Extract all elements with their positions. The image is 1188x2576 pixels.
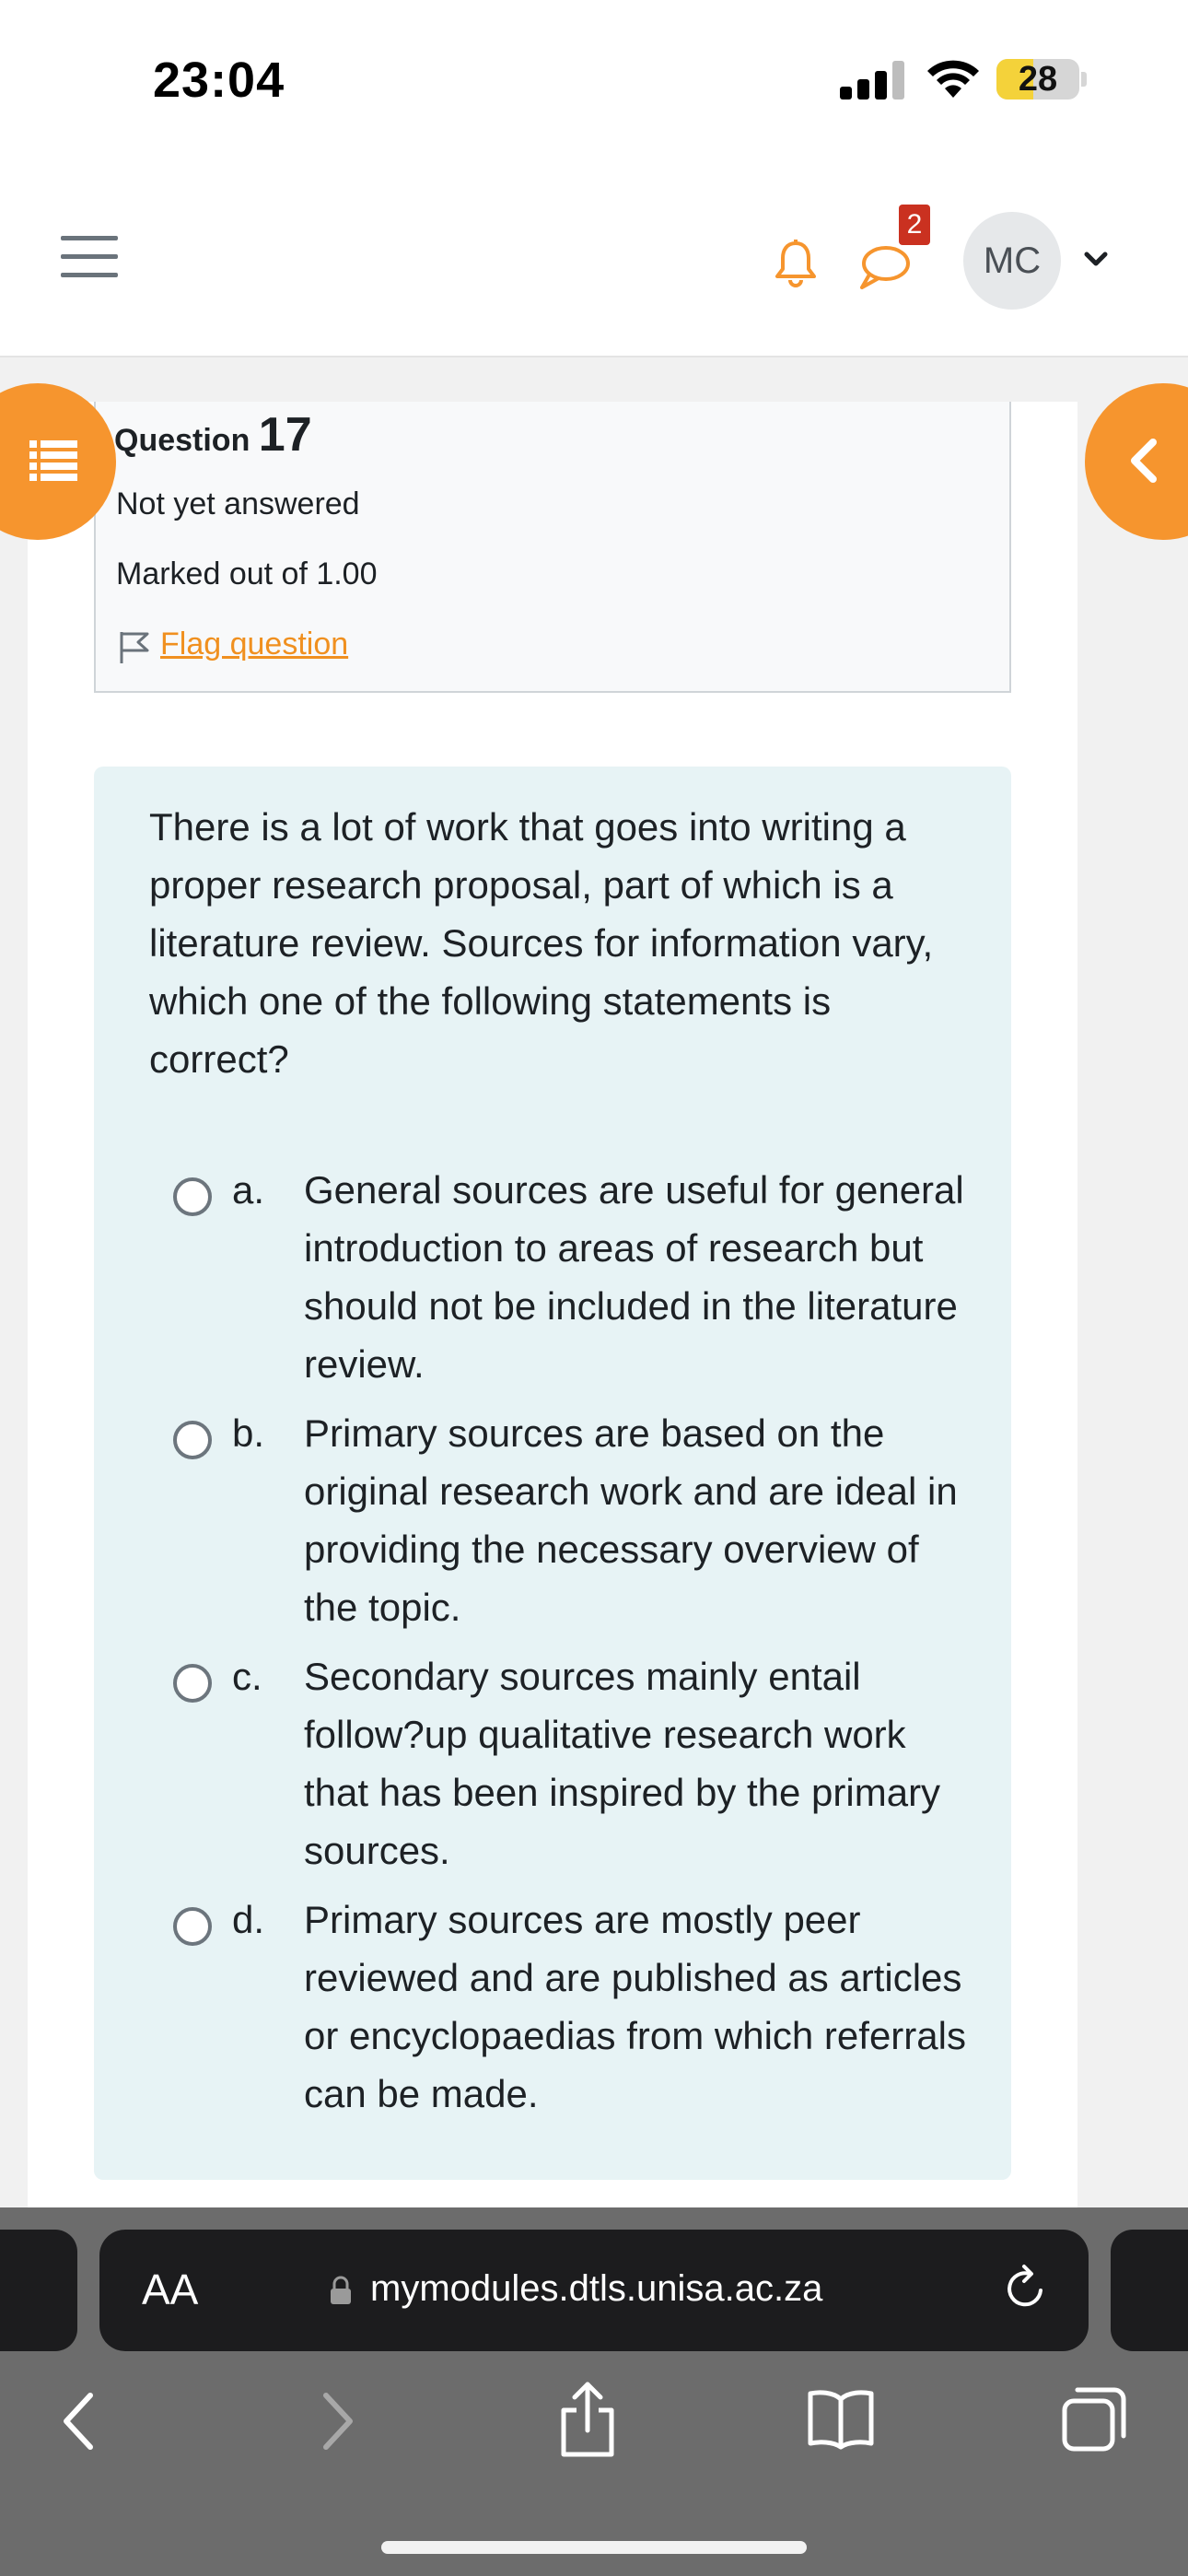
option-text[interactable]: Secondary sources mainly entail follow?u… (304, 1647, 967, 1879)
flag-question-link[interactable]: Flag question (160, 626, 348, 662)
radio-button[interactable] (173, 1421, 212, 1459)
tabs-icon[interactable] (1061, 2386, 1127, 2453)
lock-icon (331, 2276, 351, 2304)
question-text: There is a lot of work that goes into wr… (149, 805, 934, 1081)
battery-icon: 28 (996, 59, 1079, 100)
question-grade: Marked out of 1.00 (116, 556, 378, 591)
previous-tab-preview[interactable] (0, 2230, 77, 2351)
option-letter: c. (232, 1655, 262, 1698)
hamburger-menu-icon[interactable] (61, 236, 118, 278)
chevron-left-icon (1131, 439, 1157, 483)
radio-button[interactable] (173, 1664, 212, 1703)
option-text[interactable]: General sources are useful for general i… (304, 1161, 967, 1393)
question-number-value: 17 (258, 408, 312, 462)
question-state: Not yet answered (116, 486, 360, 521)
answer-option-a[interactable]: a. General sources are useful for genera… (149, 1161, 978, 1393)
signal-icon (840, 61, 904, 100)
flag-icon[interactable] (118, 630, 151, 665)
bell-icon[interactable] (770, 238, 821, 289)
question-label: Question (114, 423, 250, 458)
messages-badge: 2 (899, 205, 930, 245)
chevron-down-icon[interactable] (1081, 249, 1111, 271)
url-text[interactable]: mymodules.dtls.unisa.ac.za (370, 2268, 822, 2310)
share-icon[interactable] (558, 2379, 617, 2458)
next-tab-preview[interactable] (1111, 2230, 1188, 2351)
option-text[interactable]: Primary sources are based on the origina… (304, 1404, 967, 1636)
wifi-icon (927, 60, 979, 98)
status-time: 23:04 (153, 53, 285, 108)
battery-tip (1081, 72, 1087, 87)
option-letter: b. (232, 1411, 265, 1455)
answer-option-b[interactable]: b. Primary sources are based on the orig… (149, 1404, 978, 1636)
radio-button[interactable] (173, 1907, 212, 1946)
option-text[interactable]: Primary sources are mostly peer reviewed… (304, 1891, 967, 2123)
option-letter: d. (232, 1898, 265, 1941)
chat-icon[interactable] (856, 241, 912, 293)
reload-icon[interactable] (1002, 2263, 1050, 2314)
answer-option-d[interactable]: d. Primary sources are mostly peer revie… (149, 1891, 978, 2123)
bookmarks-icon[interactable] (807, 2386, 875, 2451)
list-icon (29, 440, 77, 481)
app-header: 2 MC (0, 157, 1188, 357)
question-number: Question 17 (114, 407, 312, 463)
radio-button[interactable] (173, 1177, 212, 1216)
battery-level: 28 (1018, 60, 1058, 99)
back-icon[interactable] (57, 2386, 99, 2456)
answer-option-c[interactable]: c. Secondary sources mainly entail follo… (149, 1647, 978, 1879)
home-indicator (381, 2541, 807, 2554)
user-avatar[interactable]: MC (963, 212, 1061, 310)
text-size-button[interactable]: AA (142, 2265, 198, 2314)
status-bar: 23:04 28 (0, 0, 1188, 157)
option-letter: a. (232, 1168, 265, 1212)
forward-icon[interactable] (317, 2386, 359, 2456)
